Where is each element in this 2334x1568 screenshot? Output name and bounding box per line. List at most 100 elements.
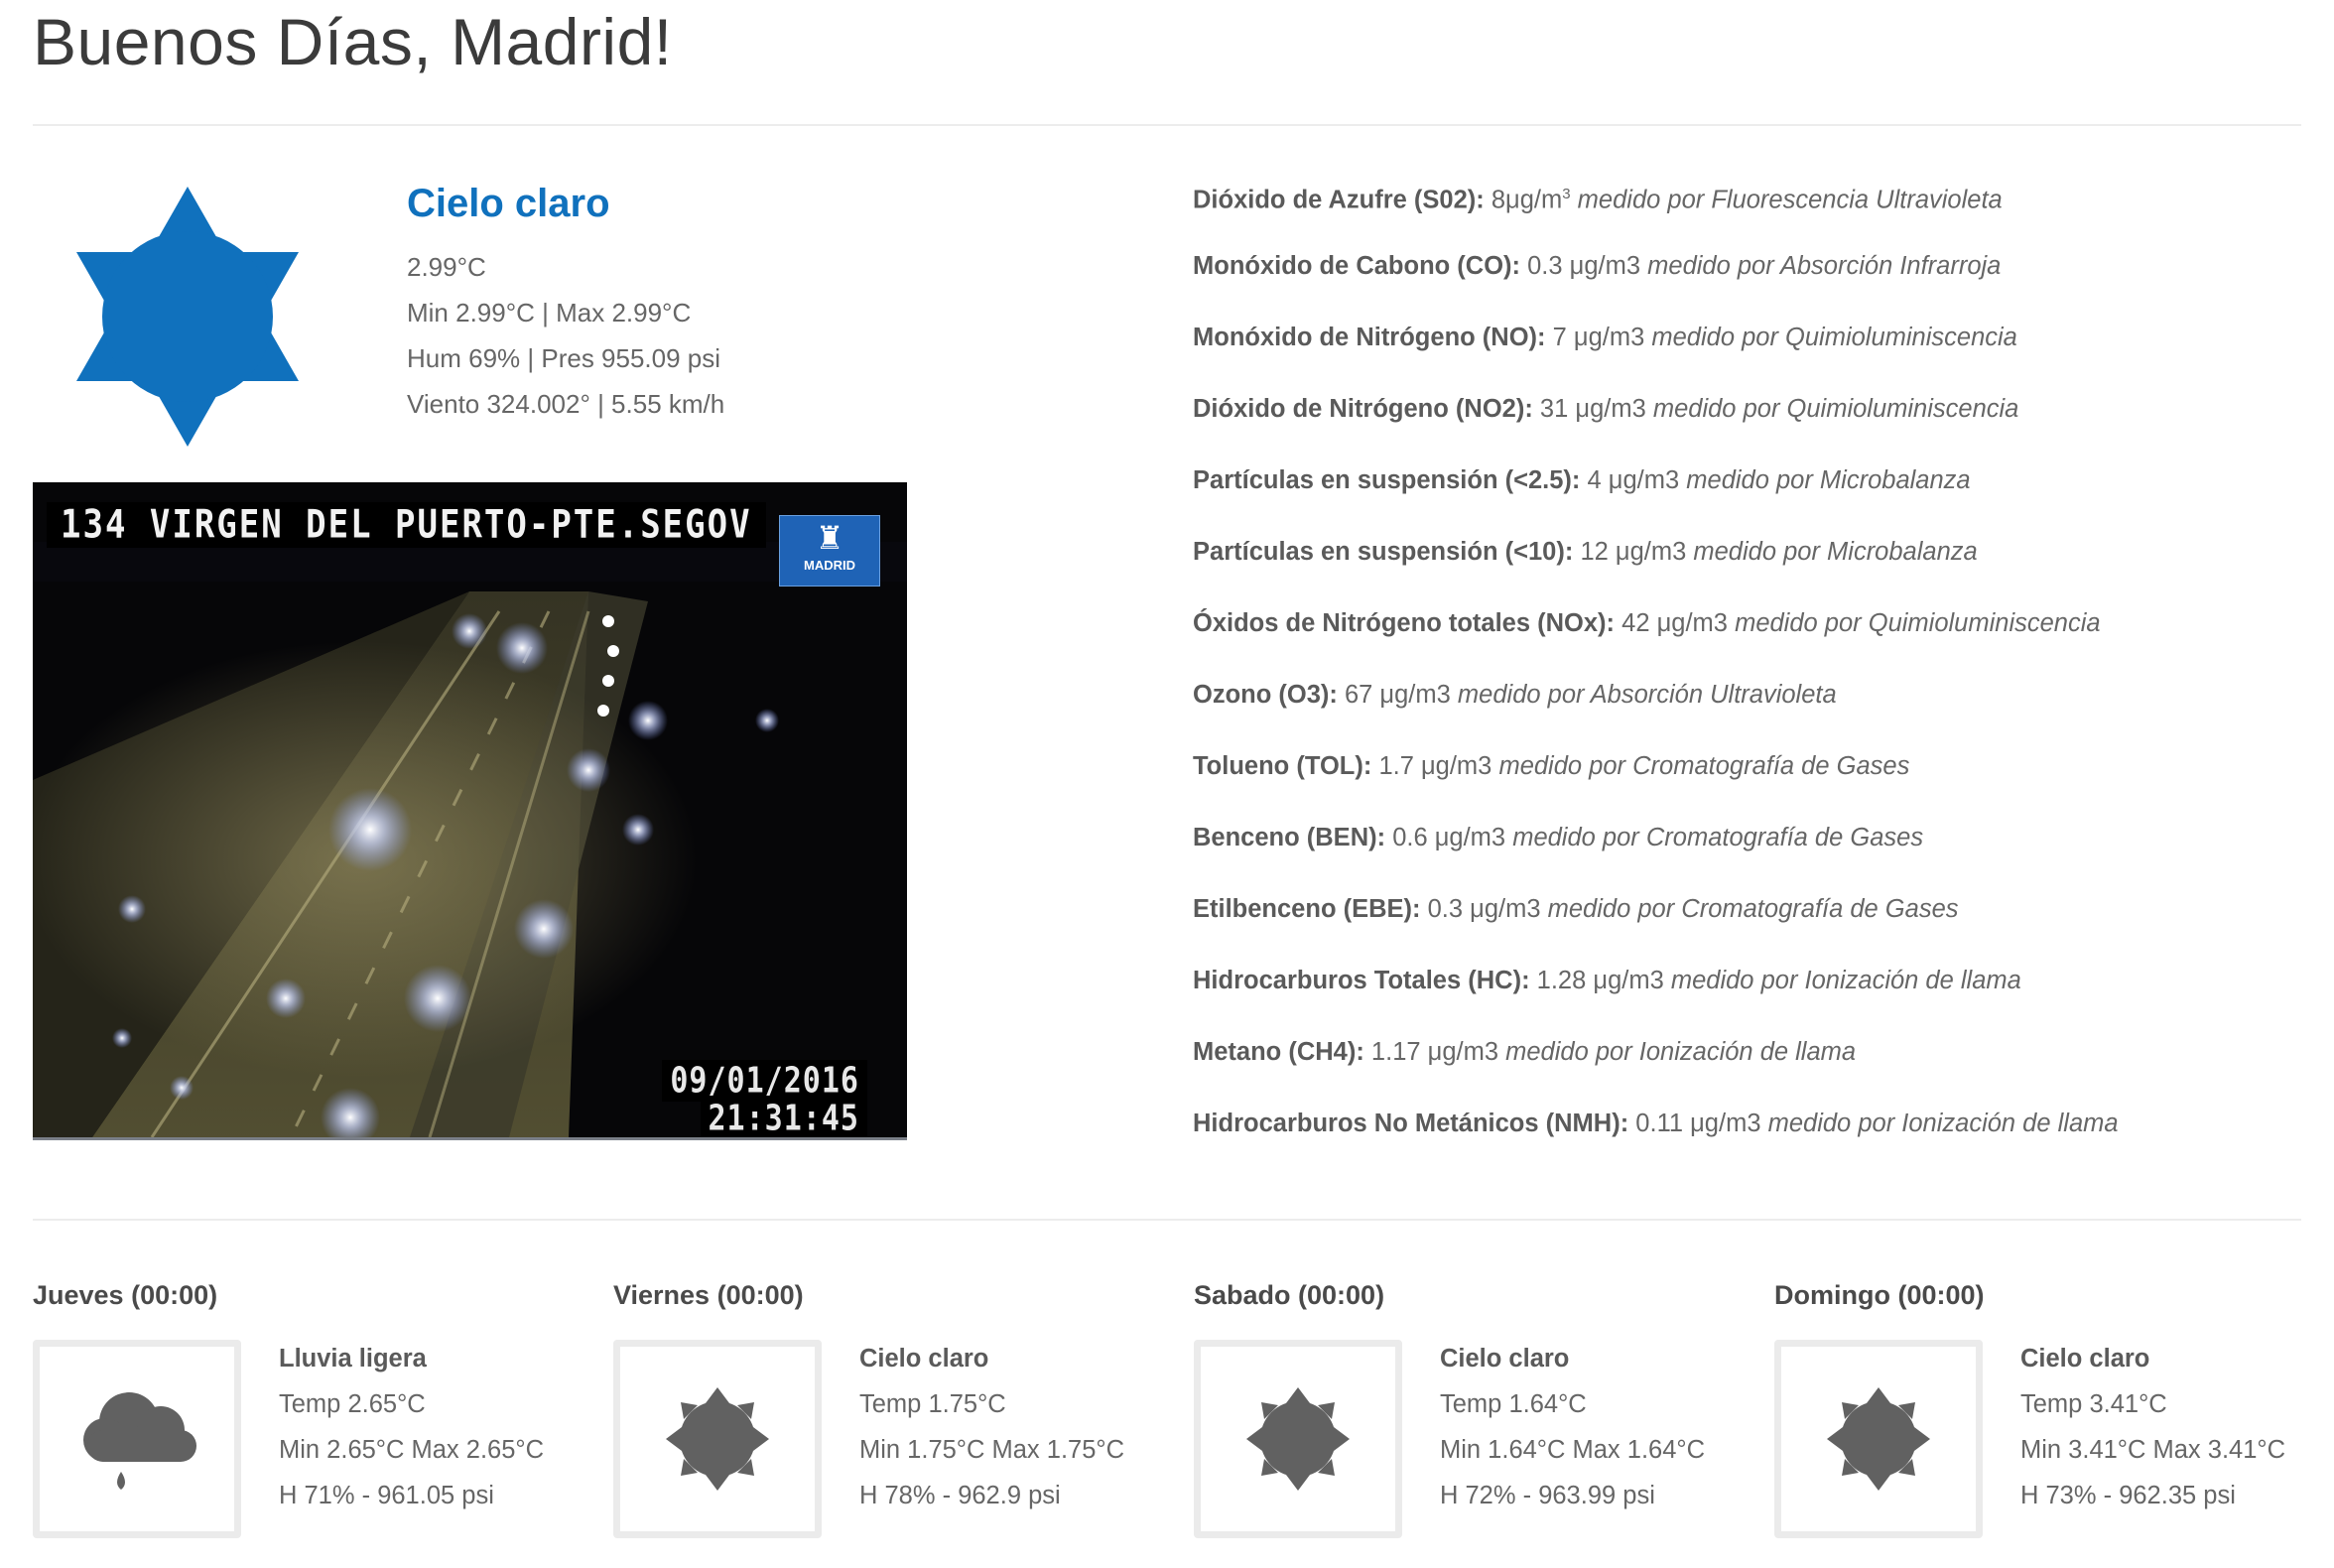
pollutant-value: 4 μg/m3 (1587, 466, 1680, 494)
forecast-temp: Temp 1.64°C (1440, 1390, 1587, 1418)
pollutant-method: medido por Ionización de llama (1670, 967, 2021, 994)
forecast-icon-box (33, 1340, 241, 1538)
camera-date: 09/01/2016 (662, 1060, 867, 1102)
pollutant-item: Hidrocarburos No Metánicos (NMH): 0.11 μ… (1193, 1104, 2304, 1175)
pollutant-method: medido por Cromatografía de Gases (1547, 895, 1959, 923)
forecast-day: Sabado (00:00) (1194, 1280, 1385, 1310)
forecast-card: Viernes (00:00) Cielo claro Temp 1.75°C (613, 1280, 1169, 1538)
pollutant-value: 42 μg/m3 (1621, 609, 1728, 637)
pollutant-name: Dióxido de Azufre (S02): (1193, 186, 1485, 214)
pollutant-value: 12 μg/m3 (1580, 538, 1687, 566)
forecast-minmax: Min 1.64°C Max 1.64°C (1440, 1436, 1706, 1464)
pollutant-list: Dióxido de Azufre (S02): 8μg/m3 medido p… (1193, 175, 2304, 1175)
page-title: Buenos Días, Madrid! (33, 5, 673, 78)
pollutant-unit-exponent: 3 (1562, 186, 1571, 202)
camera-scene (33, 482, 907, 1137)
current-wind: Viento 324.002° | 5.55 km/h (407, 389, 725, 419)
forecast-details: Cielo claro Temp 3.41°C Min 3.41°C Max 3… (2020, 1336, 2285, 1518)
pollutant-name: Hidrocarburos No Metánicos (NMH): (1193, 1110, 1629, 1137)
forecast-icon-box (613, 1340, 822, 1538)
pollutant-method: medido por Quimioluminiscencia (1651, 324, 2017, 351)
current-temp: 2.99°C (407, 252, 486, 282)
pollutant-value: 0.3 μg/m3 (1427, 895, 1541, 923)
pollutant-item: Ozono (O3): 67 μg/m3 medido por Absorció… (1193, 675, 2304, 746)
forecast-condition: Cielo claro (1440, 1345, 1570, 1372)
divider (33, 124, 2301, 126)
forecast-details: Cielo claro Temp 1.75°C Min 1.75°C Max 1… (859, 1336, 1124, 1518)
forecast-temp: Temp 3.41°C (2020, 1390, 2167, 1418)
forecast-minmax: Min 3.41°C Max 3.41°C (2020, 1436, 2286, 1464)
pollutant-name: Metano (CH4): (1193, 1038, 1364, 1066)
divider (33, 1219, 2301, 1221)
forecast-day: Jueves (00:00) (33, 1280, 218, 1310)
sun-star-icon (666, 1387, 769, 1491)
camera-time: 21:31:45 (700, 1098, 867, 1137)
madrid-crest-icon: ♜ (815, 520, 844, 556)
forecast-card: Domingo (00:00) Cielo claro Temp 3.41°C (1774, 1280, 2330, 1538)
pollutant-method: medido por Absorción Infrarroja (1647, 252, 2002, 280)
pollutant-item: Partículas en suspensión (<10): 12 μg/m3… (1193, 532, 2304, 603)
pollutant-item: Etilbenceno (EBE): 0.3 μg/m3 medido por … (1193, 889, 2304, 961)
rain-cloud-icon (83, 1392, 196, 1490)
forecast-humidity-pressure: H 71% - 961.05 psi (279, 1482, 494, 1509)
pollutant-name: Ozono (O3): (1193, 681, 1338, 709)
pollutant-method: medido por Quimioluminiscencia (1735, 609, 2101, 637)
pollutant-item: Benceno (BEN): 0.6 μg/m3 medido por Crom… (1193, 818, 2304, 889)
current-condition: Cielo claro (407, 182, 610, 225)
pollutant-item: Partículas en suspensión (<2.5): 4 μg/m3… (1193, 460, 2304, 532)
pollutant-name: Tolueno (TOL): (1193, 752, 1372, 780)
forecast-card: Sabado (00:00) Cielo claro Temp 1.64°C M… (1194, 1280, 1750, 1538)
forecast-humidity-pressure: H 72% - 963.99 psi (1440, 1482, 1655, 1509)
pollutant-method: medido por Fluorescencia Ultravioleta (1577, 186, 2003, 214)
forecast-details: Lluvia ligera Temp 2.65°C Min 2.65°C Max… (279, 1336, 544, 1518)
pollutant-value: 1.17 μg/m3 (1370, 1038, 1499, 1066)
forecast-day: Domingo (00:00) (1774, 1280, 1985, 1310)
current-humidity-pressure: Hum 69% | Pres 955.09 psi (407, 343, 721, 373)
pollutant-name: Partículas en suspensión (<10): (1193, 538, 1574, 566)
pollutant-name: Hidrocarburos Totales (HC): (1193, 967, 1530, 994)
pollutant-method: medido por Cromatografía de Gases (1512, 824, 1924, 851)
pollutant-item: Óxidos de Nitrógeno totales (NOx): 42 μg… (1193, 603, 2304, 675)
forecast-minmax: Min 1.75°C Max 1.75°C (859, 1436, 1125, 1464)
forecast-temp: Temp 2.65°C (279, 1390, 426, 1418)
pollutant-name: Monóxido de Nitrógeno (NO): (1193, 324, 1546, 351)
pollutant-item: Dióxido de Azufre (S02): 8μg/m3 medido p… (1193, 175, 2304, 246)
forecast-humidity-pressure: H 78% - 962.9 psi (859, 1482, 1061, 1509)
pollutant-value: 8μg/m (1491, 186, 1563, 214)
pollutant-name: Benceno (BEN): (1193, 824, 1386, 851)
forecast-minmax: Min 2.65°C Max 2.65°C (279, 1436, 545, 1464)
pollutant-method: medido por Ionización de llama (1767, 1110, 2119, 1137)
pollutant-value: 31 μg/m3 (1539, 395, 1646, 423)
pollutant-name: Dióxido de Nitrógeno (NO2): (1193, 395, 1533, 423)
pollutant-method: medido por Microbalanza (1686, 466, 1971, 494)
forecast-condition: Lluvia ligera (279, 1345, 427, 1372)
traffic-camera-image: 134 VIRGEN DEL PUERTO-PTE.SEGOV ♜ MADRID… (33, 482, 907, 1140)
forecast-card: Jueves (00:00) Lluvia ligera Temp 2.65°C… (33, 1280, 588, 1538)
forecast-icon-box (1774, 1340, 1983, 1538)
camera-label: 134 VIRGEN DEL PUERTO-PTE.SEGOV (47, 502, 766, 548)
page: Buenos Días, Madrid! Cielo claro 2.99°C … (0, 0, 2334, 1568)
sun-star-icon (76, 187, 299, 447)
forecast-condition: Cielo claro (859, 1345, 989, 1372)
madrid-logo: ♜ MADRID (779, 515, 880, 587)
pollutant-value: 0.6 μg/m3 (1392, 824, 1506, 851)
pollutant-name: Partículas en suspensión (<2.5): (1193, 466, 1581, 494)
forecast-icon-box (1194, 1340, 1402, 1538)
pollutant-value: 67 μg/m3 (1344, 681, 1451, 709)
madrid-logo-text: MADRID (804, 558, 855, 573)
pollutant-method: medido por Cromatografía de Gases (1498, 752, 1910, 780)
pollutant-method: medido por Ionización de llama (1505, 1038, 1857, 1066)
forecast-condition: Cielo claro (2020, 1345, 2150, 1372)
pollutant-value: 7 μg/m3 (1552, 324, 1645, 351)
forecast-humidity-pressure: H 73% - 962.35 psi (2020, 1482, 2236, 1509)
sun-star-icon (1246, 1387, 1350, 1491)
sun-star-icon (1827, 1387, 1930, 1491)
forecast-details: Cielo claro Temp 1.64°C Min 1.64°C Max 1… (1440, 1336, 1705, 1518)
pollutant-method: medido por Absorción Ultravioleta (1457, 681, 1837, 709)
pollutant-item: Dióxido de Nitrógeno (NO2): 31 μg/m3 med… (1193, 389, 2304, 460)
pollutant-value: 0.3 μg/m3 (1527, 252, 1641, 280)
pollutant-item: Hidrocarburos Totales (HC): 1.28 μg/m3 m… (1193, 961, 2304, 1032)
pollutant-name: Monóxido de Cabono (CO): (1193, 252, 1521, 280)
pollutant-value: 1.7 μg/m3 (1378, 752, 1492, 780)
pollutant-method: medido por Quimioluminiscencia (1652, 395, 2019, 423)
